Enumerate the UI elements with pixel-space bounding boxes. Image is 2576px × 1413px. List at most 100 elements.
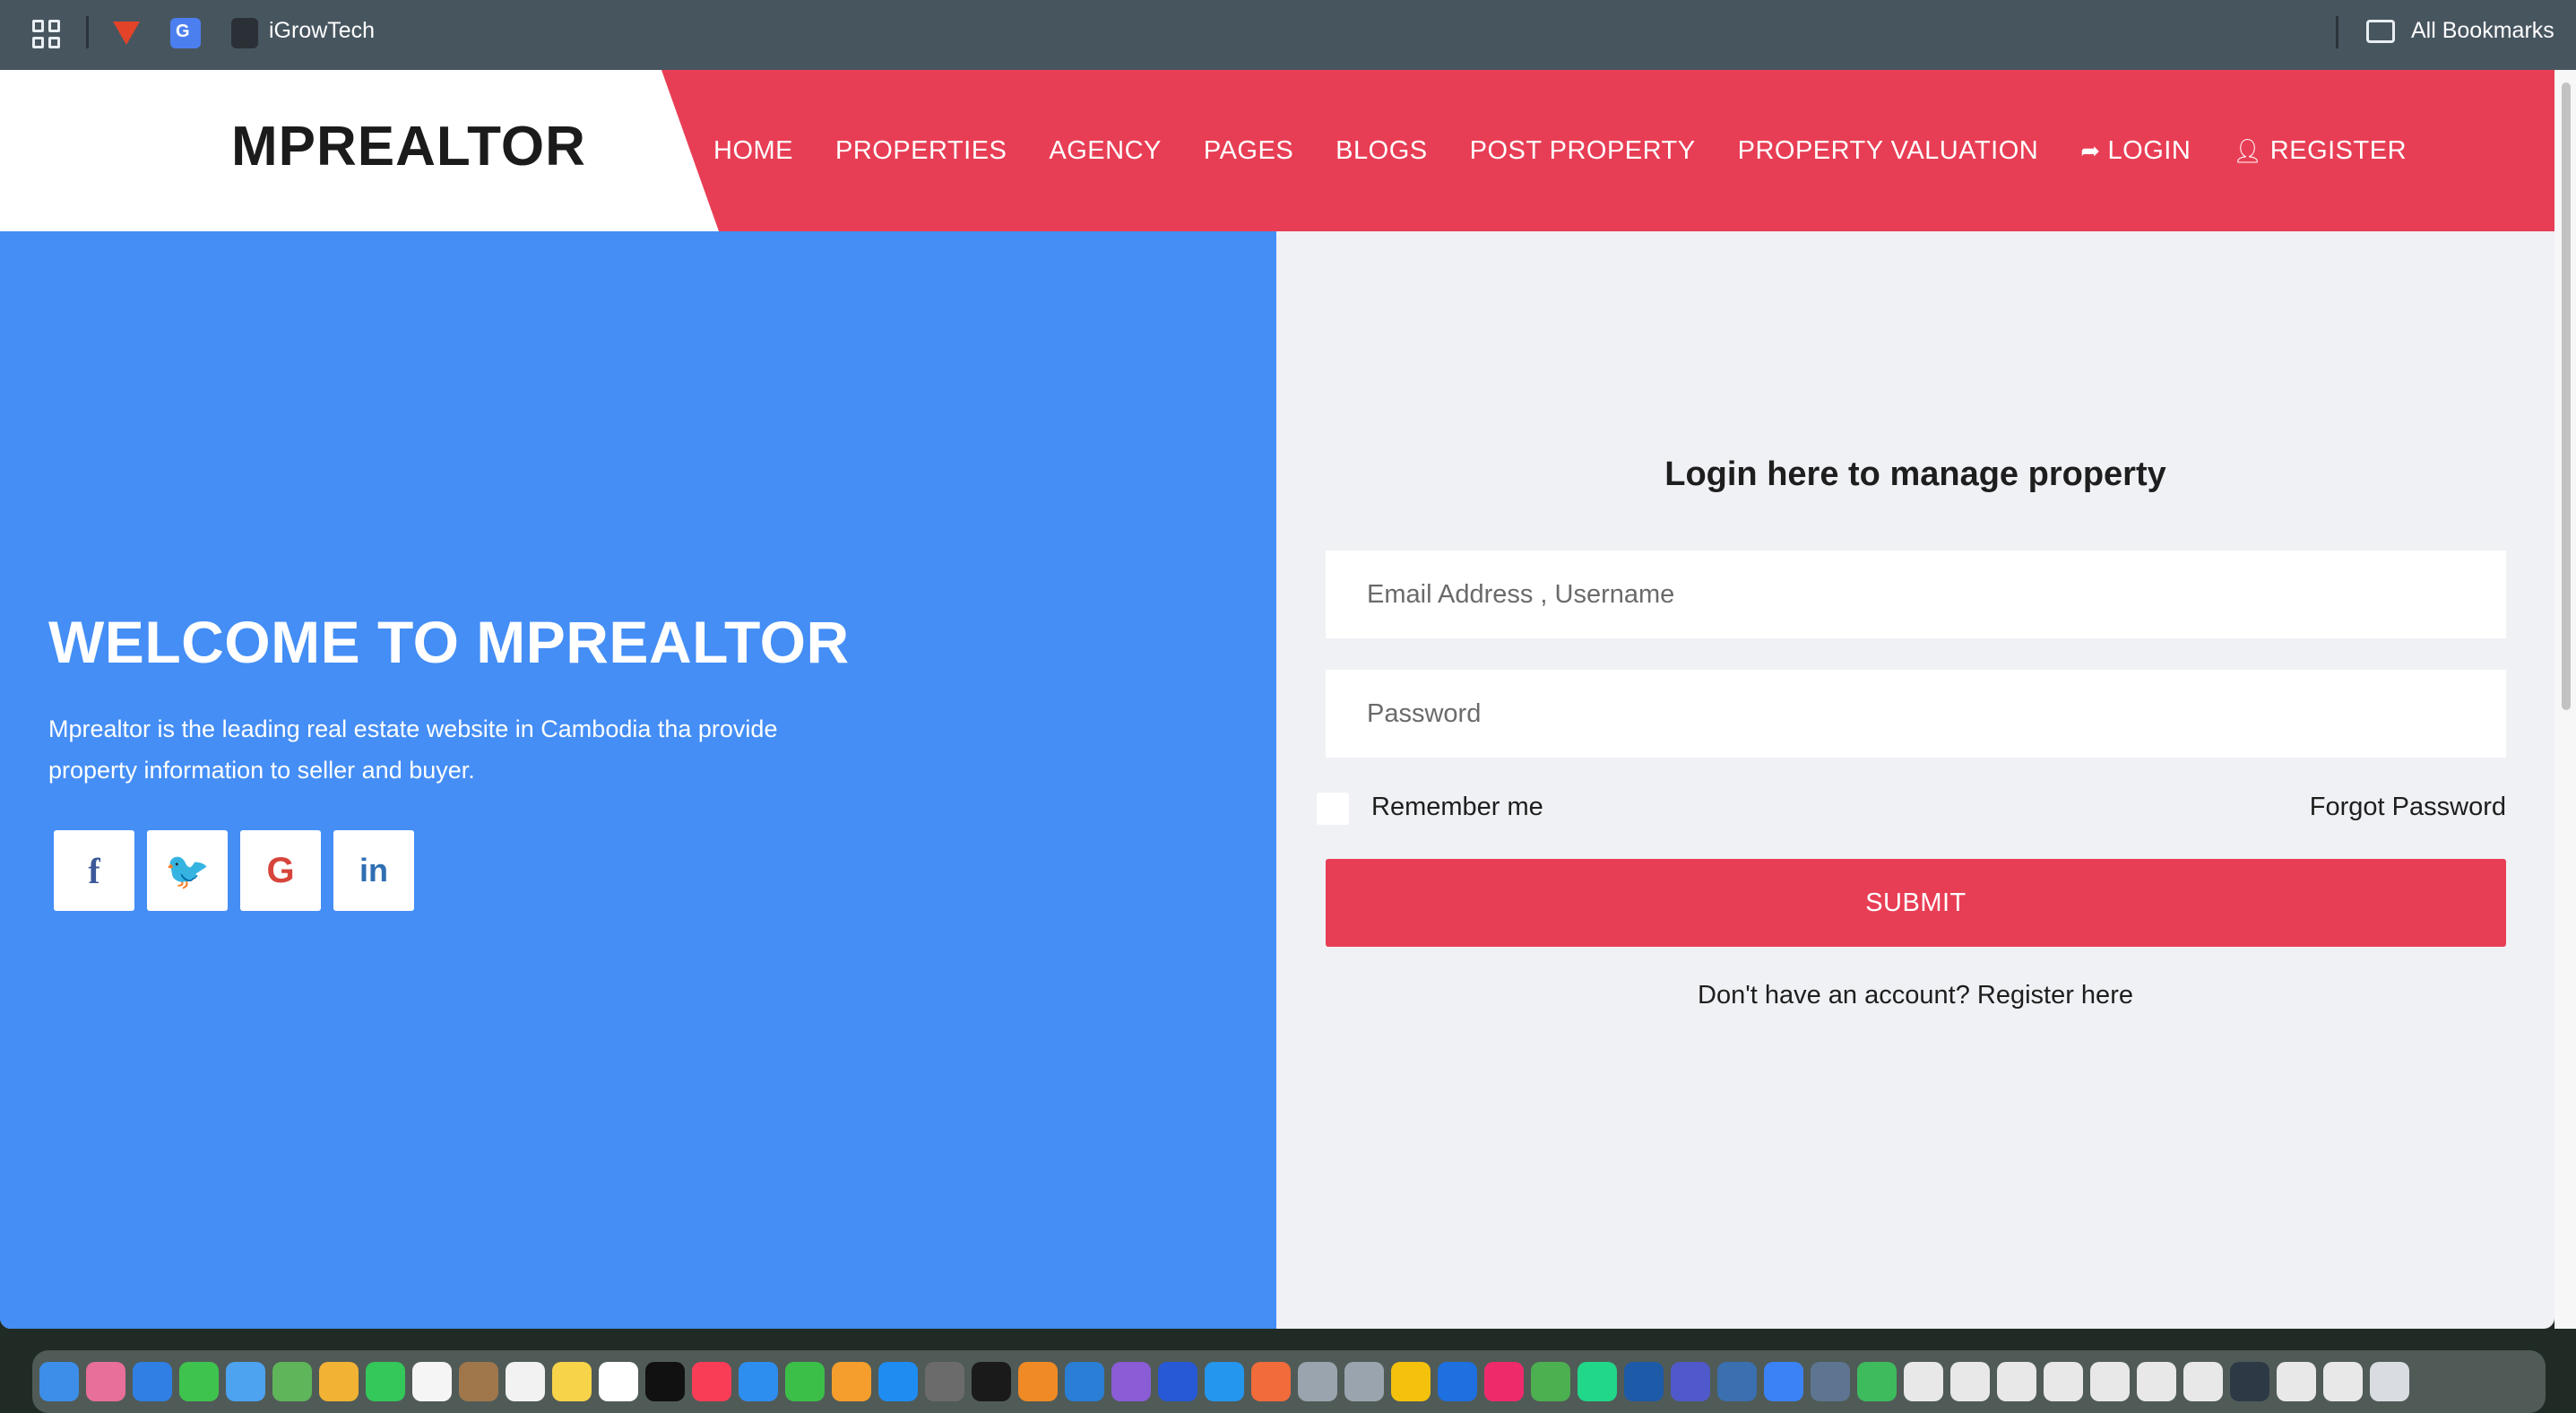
trash-icon[interactable] xyxy=(2370,1362,2409,1401)
clock-app-icon[interactable] xyxy=(1764,1362,1803,1401)
window-thumbnail-icon[interactable] xyxy=(1904,1362,1943,1401)
reminders-icon[interactable] xyxy=(506,1362,545,1401)
postman-icon[interactable] xyxy=(1251,1362,1291,1401)
telegram-icon[interactable] xyxy=(972,1362,1011,1401)
teams-icon[interactable] xyxy=(1671,1362,1710,1401)
scrollbar-thumb[interactable] xyxy=(2562,82,2571,710)
mail-icon[interactable] xyxy=(226,1362,265,1401)
launchpad-icon[interactable] xyxy=(86,1362,125,1401)
hero-description: Mprealtor is the leading real estate web… xyxy=(48,715,778,784)
register-here-link[interactable]: Register here xyxy=(1977,981,2133,1010)
all-bookmarks-button[interactable]: All Bookmarks xyxy=(2411,18,2554,44)
nav-register-label: REGISTER xyxy=(2269,135,2407,165)
user-icon: 👤︎ xyxy=(2233,136,2263,164)
remember-me-label[interactable]: Remember me xyxy=(1371,793,1543,822)
nav-property-valuation[interactable]: PROPERTY VALUATION xyxy=(1738,136,2039,166)
site-header: MPREALTOR HOME PROPERTIES AGENCY PAGES B… xyxy=(0,70,2554,231)
twitter-button[interactable]: 🐦 xyxy=(147,830,228,911)
freeform-icon[interactable] xyxy=(599,1362,638,1401)
window-thumbnail-icon[interactable] xyxy=(2183,1362,2223,1401)
calendar-icon[interactable] xyxy=(412,1362,452,1401)
submit-button[interactable]: SUBMIT xyxy=(1326,859,2506,947)
facebook-button[interactable]: f xyxy=(54,830,134,911)
system-settings-icon[interactable] xyxy=(925,1362,964,1401)
tv-icon[interactable] xyxy=(645,1362,685,1401)
register-prompt: Don't have an account? Register here xyxy=(1276,981,2554,1010)
hero-title: WELCOME TO MPREALTOR xyxy=(48,609,850,675)
linkedin-icon: in xyxy=(359,852,388,889)
visual-studio-icon[interactable] xyxy=(1111,1362,1151,1401)
pages-icon[interactable] xyxy=(832,1362,871,1401)
register-prompt-text: Don't have an account? xyxy=(1698,981,1970,1010)
nav-agency[interactable]: AGENCY xyxy=(1049,136,1161,166)
utility-icon[interactable] xyxy=(1298,1362,1337,1401)
gitlab-icon[interactable] xyxy=(111,18,142,48)
main-nav: HOME PROPERTIES AGENCY PAGES BLOGS POST … xyxy=(713,70,2449,231)
sublime-text-icon[interactable] xyxy=(1018,1362,1058,1401)
forgot-password-link[interactable]: Forgot Password xyxy=(2310,793,2506,822)
email-username-input[interactable] xyxy=(1326,550,2506,638)
nav-pages[interactable]: PAGES xyxy=(1204,136,1293,166)
hero-panel: WELCOME TO MPREALTOR Mprealtor is the le… xyxy=(0,231,1276,1329)
nav-blogs[interactable]: BLOGS xyxy=(1336,136,1427,166)
postgres-icon[interactable] xyxy=(1717,1362,1757,1401)
apps-grid-icon[interactable] xyxy=(32,20,61,48)
facetime-icon[interactable] xyxy=(366,1362,405,1401)
intellij-icon[interactable] xyxy=(1484,1362,1524,1401)
nav-post-property[interactable]: POST PROPERTY xyxy=(1470,136,1696,166)
site-logo[interactable]: MPREALTOR xyxy=(231,115,586,178)
finder-icon[interactable] xyxy=(39,1362,79,1401)
bookmark-igrowtech[interactable]: iGrowTech xyxy=(269,18,375,44)
photos-icon[interactable] xyxy=(319,1362,359,1401)
mysql-workbench-icon[interactable] xyxy=(1624,1362,1664,1401)
password-input[interactable] xyxy=(1326,670,2506,758)
sourcetree-icon[interactable] xyxy=(1158,1362,1197,1401)
contacts-icon[interactable] xyxy=(459,1362,498,1401)
numbers-icon[interactable] xyxy=(785,1362,825,1401)
linkedin-button[interactable]: in xyxy=(333,830,414,911)
window-thumbnail-icon[interactable] xyxy=(2323,1362,2363,1401)
bookmarks-separator xyxy=(86,16,89,48)
notes-icon[interactable] xyxy=(552,1362,592,1401)
pycharm-icon[interactable] xyxy=(1578,1362,1617,1401)
nav-home[interactable]: HOME xyxy=(713,136,793,166)
window-thumbnail-icon[interactable] xyxy=(2090,1362,2130,1401)
docker-icon[interactable] xyxy=(1205,1362,1244,1401)
window-thumbnail-icon[interactable] xyxy=(2044,1362,2083,1401)
logo-panel: MPREALTOR xyxy=(0,70,719,231)
chrome-icon[interactable] xyxy=(1391,1362,1431,1401)
window-thumbnail-icon[interactable] xyxy=(1997,1362,2036,1401)
vim-icon[interactable] xyxy=(1857,1362,1897,1401)
window-thumbnail-icon[interactable] xyxy=(2230,1362,2269,1401)
spring-tool-icon[interactable] xyxy=(1531,1362,1570,1401)
remember-me-checkbox[interactable] xyxy=(1317,793,1349,825)
window-thumbnail-icon[interactable] xyxy=(1950,1362,1990,1401)
app-store-icon[interactable] xyxy=(878,1362,918,1401)
nav-properties[interactable]: PROPERTIES xyxy=(835,136,1007,166)
messages-icon[interactable] xyxy=(179,1362,219,1401)
keynote-icon[interactable] xyxy=(739,1362,778,1401)
vscode-icon[interactable] xyxy=(1065,1362,1104,1401)
nav-login[interactable]: ➦ LOGIN xyxy=(2080,136,2191,166)
safari-icon[interactable] xyxy=(133,1362,172,1401)
facebook-icon: f xyxy=(88,850,100,891)
nav-properties-label: PROPERTIES xyxy=(835,135,1007,165)
window-thumbnail-icon[interactable] xyxy=(2277,1362,2316,1401)
google-icon: G xyxy=(266,850,295,890)
nav-property-valuation-label: PROPERTY VALUATION xyxy=(1737,135,2039,165)
folder-icon[interactable] xyxy=(2366,20,2395,43)
music-icon[interactable] xyxy=(692,1362,731,1401)
nav-blogs-label: BLOGS xyxy=(1336,135,1428,165)
nav-register[interactable]: 👤︎ REGISTER xyxy=(2233,136,2407,166)
utility-icon[interactable] xyxy=(1344,1362,1384,1401)
sign-in-icon: ➦ xyxy=(2080,136,2101,164)
window-thumbnail-icon[interactable] xyxy=(2137,1362,2176,1401)
maps-icon[interactable] xyxy=(272,1362,312,1401)
nav-home-label: HOME xyxy=(713,135,793,165)
nav-login-label: LOGIN xyxy=(2107,135,2191,165)
google-translate-icon[interactable] xyxy=(170,18,201,48)
xcode-icon[interactable] xyxy=(1438,1362,1477,1401)
preview-icon[interactable] xyxy=(1811,1362,1850,1401)
igrowtech-icon[interactable] xyxy=(231,18,258,48)
google-button[interactable]: G xyxy=(240,830,321,911)
